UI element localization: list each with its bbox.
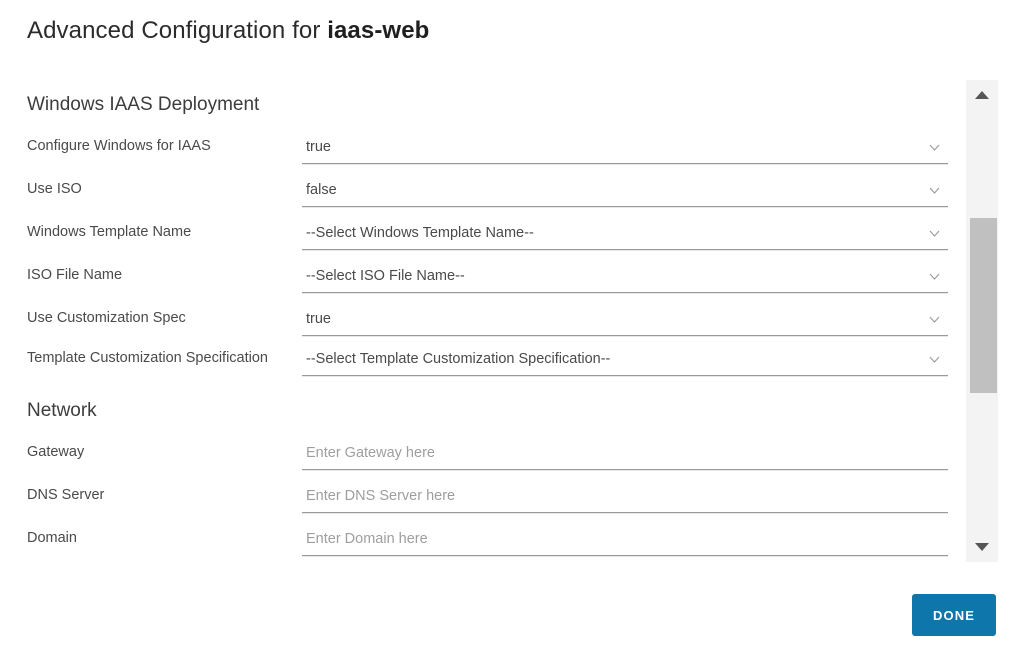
field-label: ISO File Name	[27, 267, 123, 283]
vertical-scrollbar[interactable]	[966, 80, 998, 562]
field-row: ISO File Name --Select ISO File Name--	[0, 266, 962, 309]
text-input-field[interactable]: Enter Gateway here	[302, 439, 948, 470]
select-value: --Select Windows Template Name--	[306, 225, 534, 241]
chevron-down-icon[interactable]	[929, 185, 940, 196]
scroll-up-button[interactable]	[966, 80, 998, 110]
triangle-down-icon	[975, 543, 989, 551]
field-label: Use ISO	[27, 181, 82, 197]
chevron-down-icon[interactable]	[929, 142, 940, 153]
chevron-down-icon[interactable]	[929, 314, 940, 325]
text-input-field[interactable]: Enter DNS Server here	[302, 482, 948, 513]
chevron-down-icon[interactable]	[929, 271, 940, 282]
field-label: Domain	[27, 530, 77, 546]
chevron-down-icon[interactable]	[929, 354, 940, 365]
select-field[interactable]: false	[302, 176, 948, 207]
field-row: Windows Template Name --Select Windows Te…	[0, 223, 962, 266]
select-field[interactable]: true	[302, 305, 948, 336]
field-label: Windows Template Name	[27, 224, 192, 240]
chevron-down-icon[interactable]	[929, 228, 940, 239]
field-row: Template Customization Specification --Se…	[0, 349, 962, 392]
select-value: false	[306, 182, 337, 198]
input-placeholder: Enter Gateway here	[306, 445, 435, 461]
select-value: true	[306, 311, 331, 327]
section-heading: Network	[27, 400, 97, 421]
page-title-target: iaas-web	[327, 17, 430, 44]
select-field[interactable]: --Select Windows Template Name--	[302, 219, 948, 250]
input-placeholder: Enter Domain here	[306, 531, 428, 547]
field-row: Use ISO false	[0, 180, 962, 223]
page-title-prefix: Advanced Configuration for	[27, 17, 328, 44]
scroll-down-button[interactable]	[966, 532, 998, 562]
field-row: DNS Server Enter DNS Server here	[0, 486, 962, 529]
section-heading: Windows IAAS Deployment	[27, 94, 260, 115]
field-label: Gateway	[27, 444, 85, 460]
triangle-up-icon	[975, 91, 989, 99]
field-label: DNS Server	[27, 487, 105, 503]
done-button[interactable]: DONE	[912, 594, 996, 636]
input-placeholder: Enter DNS Server here	[306, 488, 456, 504]
select-value: --Select Template Customization Specific…	[306, 351, 611, 367]
select-value: --Select ISO File Name--	[306, 268, 465, 284]
scrollbar-thumb[interactable]	[970, 218, 997, 393]
advanced-configuration-form: Windows IAAS Deployment Configure Windows…	[0, 80, 962, 562]
select-field[interactable]: true	[302, 133, 948, 164]
field-label: Use Customization Spec	[27, 310, 186, 326]
select-field[interactable]: --Select Template Customization Specific…	[302, 345, 948, 376]
field-row: Configure Windows for IAAS true	[0, 137, 962, 180]
text-input-field[interactable]: Enter Domain here	[302, 525, 948, 556]
scrollbar-track[interactable]	[968, 110, 997, 532]
field-row: Domain Enter Domain here	[0, 529, 962, 562]
field-label: Configure Windows for IAAS	[27, 138, 211, 154]
page-title: Advanced Configuration for iaas-web	[27, 17, 429, 45]
field-label: Template Customization Specification	[27, 350, 268, 366]
dialog-footer: DONE	[0, 562, 1024, 659]
field-row: Gateway Enter Gateway here	[0, 443, 962, 486]
select-value: true	[306, 139, 331, 155]
select-field[interactable]: --Select ISO File Name--	[302, 262, 948, 293]
